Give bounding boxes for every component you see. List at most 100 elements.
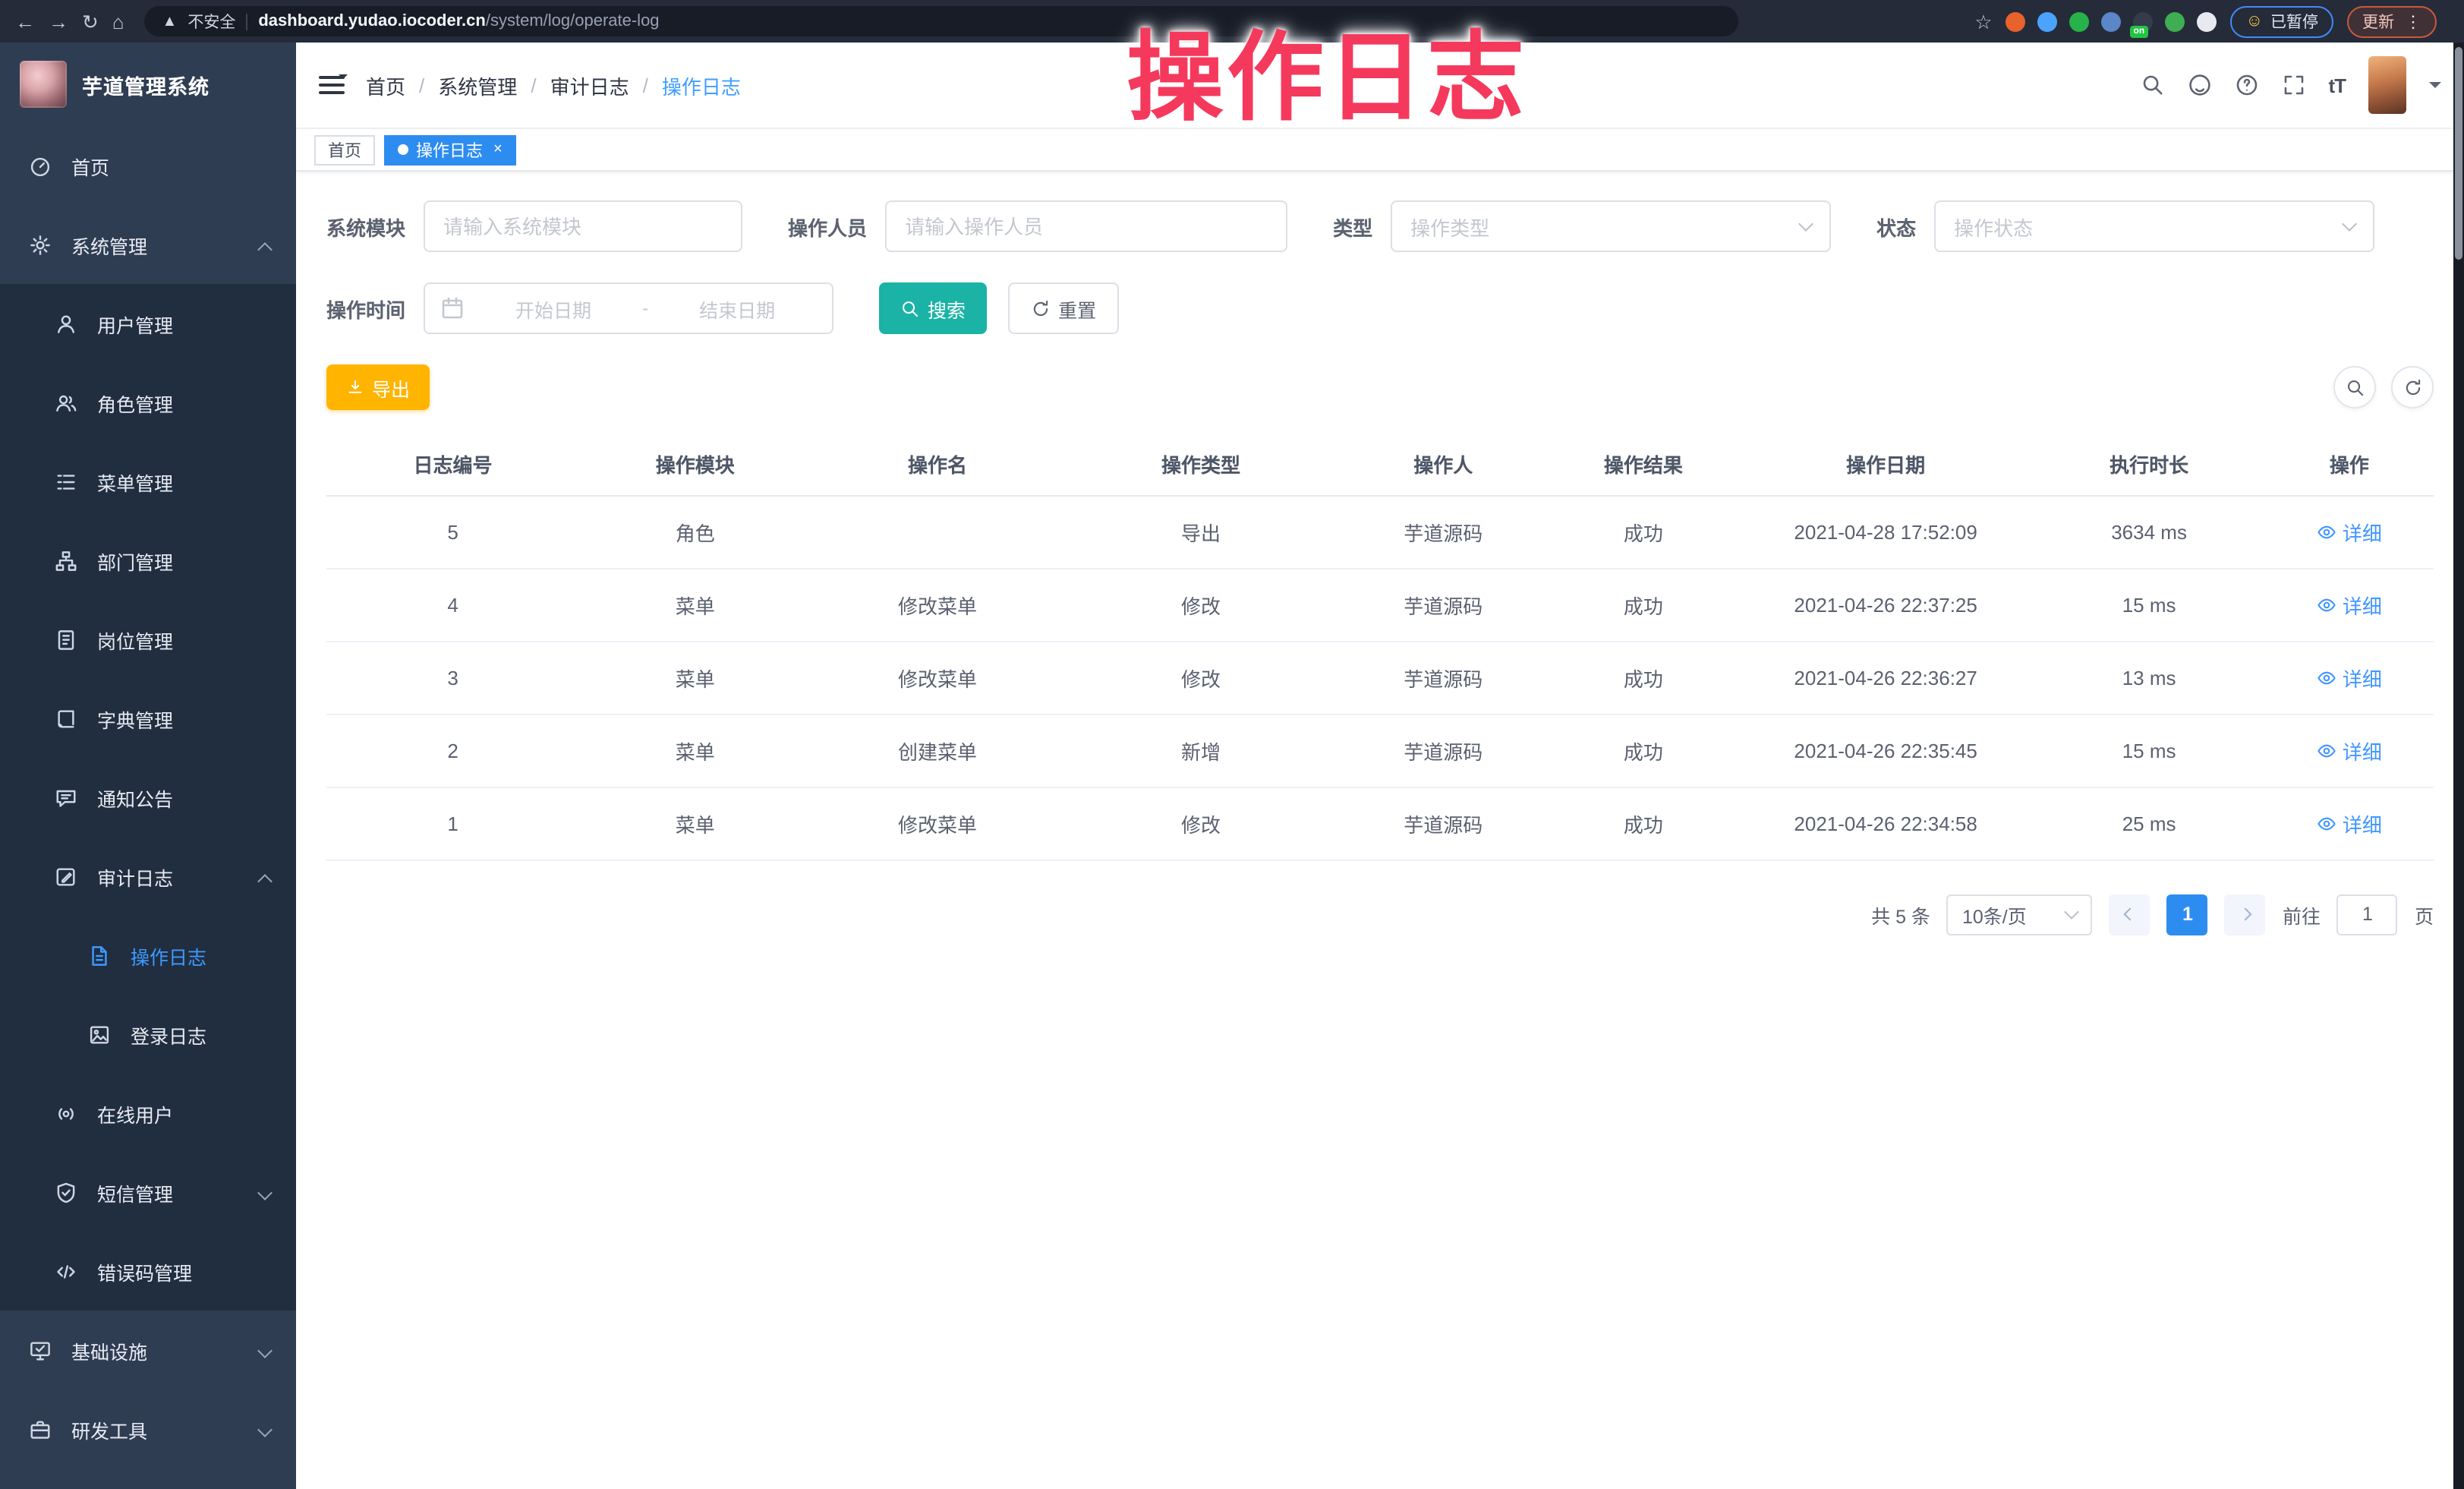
forward-icon[interactable]: → [49,11,68,31]
app-logo[interactable]: 芋道管理系统 [0,43,296,126]
sidebar-item-online-users[interactable]: 在线用户 [0,1074,296,1153]
cell-result: 成功 [1549,787,1738,860]
start-date-placeholder: 开始日期 [474,294,633,323]
column-header: 操作人 [1338,434,1549,495]
sidebar-item-infrastructure[interactable]: 基础设施 [0,1311,296,1390]
blue-docs-extension-icon[interactable] [2102,11,2122,31]
scrollbar-thumb[interactable] [2455,47,2462,260]
export-button[interactable]: 导出 [326,364,430,410]
table-toolbar: 导出 [326,364,2434,410]
detail-link[interactable]: 详细 [2317,663,2382,692]
tag-close-icon[interactable]: × [493,141,503,158]
security-warning-icon: ▲ [162,13,178,30]
search-button[interactable]: 搜索 [879,282,987,334]
v-green-extension-icon[interactable] [2070,11,2090,31]
font-size-icon[interactable]: tT [2328,74,2346,96]
tag-item[interactable]: 首页 [314,134,375,165]
next-page-button[interactable] [2225,894,2266,935]
cell-module: 菜单 [579,787,811,860]
home-icon[interactable]: ⌂ [112,11,124,31]
search-icon [900,298,920,318]
show-search-button[interactable] [2333,366,2376,409]
sidebar-item-label: 岗位管理 [97,625,173,654]
sidebar-item-sms[interactable]: 短信管理 [0,1153,296,1232]
cell-action: 详细 [2265,495,2434,568]
browser-menu-icon[interactable]: ⋮ [2405,11,2421,31]
page-size-select[interactable]: 10条/页 [1947,894,2093,935]
tag-active[interactable]: 操作日志× [384,134,516,165]
sidebar-item-label: 通知公告 [97,783,173,812]
page-content: 系统模块 操作人员 类型 操作类型 [296,172,2464,1489]
fullscreen-icon[interactable] [2281,73,2305,97]
dark-on-extension-icon[interactable]: on [2134,11,2154,31]
screenshot-stage: ← → ↻ ⌂ ▲ 不安全 dashboard.yudao.iocoder.cn… [0,0,2464,1489]
detail-link[interactable]: 详细 [2317,590,2382,619]
prev-page-button[interactable] [2110,894,2150,935]
sidebar-item-dashboard[interactable]: 首页 [0,126,296,205]
operator-input[interactable] [885,200,1287,252]
type-select[interactable]: 操作类型 [1391,200,1831,252]
goto-page-input[interactable] [2337,894,2398,935]
header-search-icon[interactable] [2140,73,2164,97]
online-users-icon [55,1102,77,1125]
cell-id: 1 [326,787,579,860]
url-divider [246,13,247,30]
cell-module: 菜单 [579,568,811,641]
filter-module: 系统模块 [326,200,742,252]
caret-down-icon[interactable] [2429,82,2441,94]
bookmark-star-icon[interactable]: ☆ [1974,11,1992,31]
cell-date: 2021-04-26 22:35:45 [1738,714,2034,787]
help-icon[interactable] [2234,73,2258,97]
sidebar-item-menu-list[interactable]: 菜单管理 [0,442,296,521]
eye-icon [2317,813,2336,833]
reload-icon[interactable]: ↻ [82,11,99,31]
sidebar-toggle-icon[interactable] [319,76,345,94]
sidebar-item-user[interactable]: 用户管理 [0,284,296,363]
breadcrumb-item[interactable]: 操作日志 [662,71,741,99]
column-header: 日志编号 [326,434,579,495]
cell-name: 修改菜单 [811,568,1063,641]
date-range-picker[interactable]: 开始日期 - 结束日期 [424,282,833,334]
sidebar-item-announcement[interactable]: 通知公告 [0,758,296,837]
sidebar-item-gear[interactable]: 系统管理 [0,205,296,284]
sidebar-item-label: 角色管理 [97,388,173,417]
user-avatar[interactable] [2368,56,2406,114]
page-scrollbar[interactable] [2453,43,2464,1489]
reset-button[interactable]: 重置 [1008,282,1119,334]
sidebar-item-org-tree[interactable]: 部门管理 [0,521,296,600]
cell-action: 详细 [2265,641,2434,714]
breadcrumb-item[interactable]: 审计日志 [550,71,629,99]
detail-link[interactable]: 详细 [2317,736,2382,765]
column-header: 操作 [2265,434,2434,495]
cell-operator: 芋道源码 [1338,568,1549,641]
paused-extension-badge[interactable]: ☺ 已暂停 [2231,5,2333,37]
pin-extension-icon[interactable] [2038,11,2058,31]
status-select[interactable]: 操作状态 [1934,200,2374,252]
github-icon[interactable] [2187,73,2211,97]
sidebar-item-users[interactable]: 角色管理 [0,363,296,442]
browser-update-button[interactable]: 更新 ⋮ [2347,5,2437,37]
sidebar-item-label: 系统管理 [71,230,147,259]
sidebar-item-badge[interactable]: 岗位管理 [0,600,296,679]
sidebar-item-error-code[interactable]: 错误码管理 [0,1232,296,1311]
page-number-button[interactable]: 1 [2167,894,2208,935]
leaf-extension-icon[interactable] [2166,11,2185,31]
breadcrumb-item[interactable]: 系统管理 [438,71,517,99]
puzzle-extension-icon[interactable] [2198,11,2217,31]
module-input[interactable] [424,200,742,252]
sidebar-item-dictionary[interactable]: 字典管理 [0,679,296,758]
detail-link[interactable]: 详细 [2317,517,2382,546]
status-label: 状态 [1876,212,1916,241]
orange-ring-extension-icon[interactable] [2006,11,2026,31]
table-header-row: 日志编号操作模块操作名操作类型操作人操作结果操作日期执行时长操作 [326,434,2434,495]
sidebar-item-login-log[interactable]: 登录日志 [0,995,296,1074]
sidebar-item-audit-log[interactable]: 审计日志 [0,837,296,916]
column-header: 操作结果 [1549,434,1738,495]
back-icon[interactable]: ← [15,11,35,31]
sidebar-item-operate-log[interactable]: 操作日志 [0,916,296,995]
chevron-down-icon [2342,216,2357,232]
refresh-table-button[interactable] [2391,366,2434,409]
breadcrumb-item[interactable]: 首页 [366,71,405,99]
sidebar-item-dev-tools[interactable]: 研发工具 [0,1390,296,1468]
detail-link[interactable]: 详细 [2317,809,2382,838]
